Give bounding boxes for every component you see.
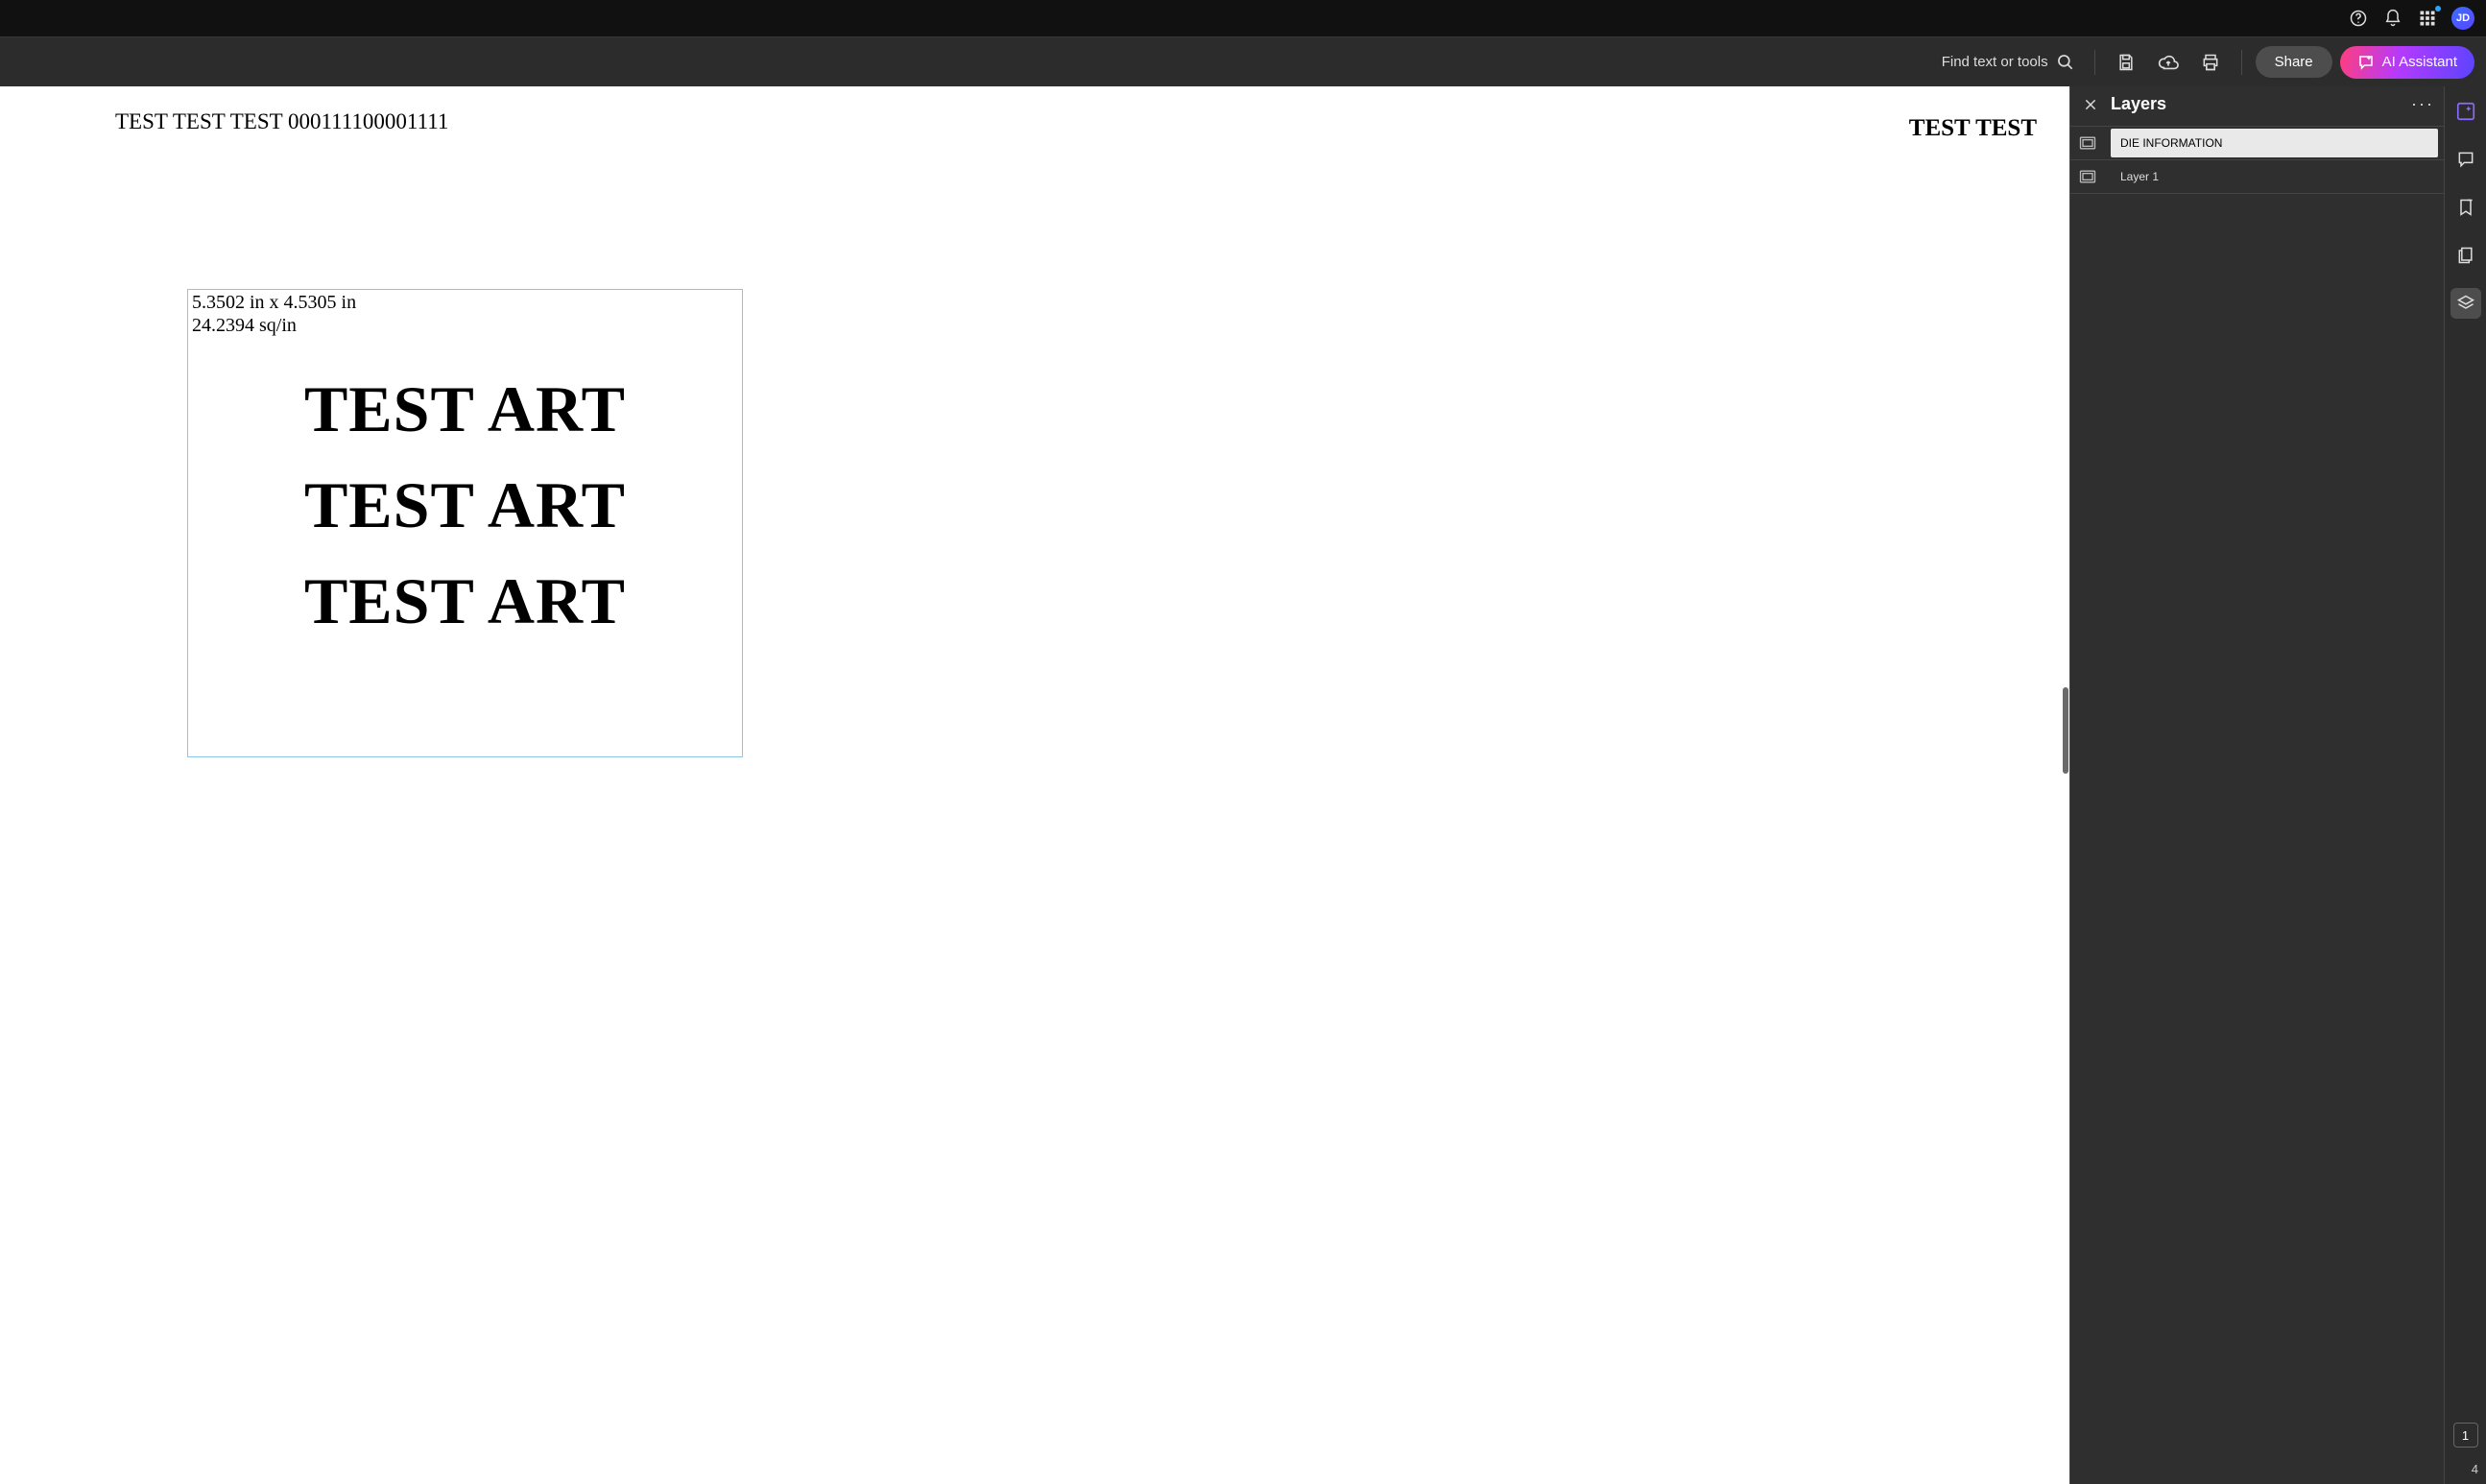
layer-label: Layer 1 (2120, 170, 2159, 183)
comment-panel-icon[interactable] (2450, 144, 2481, 175)
right-tool-strip: 1 4 (2444, 86, 2486, 1484)
notifications-icon[interactable] (2382, 8, 2403, 29)
ai-panel-icon[interactable] (2450, 96, 2481, 127)
print-icon[interactable] (2193, 45, 2228, 80)
ai-assistant-button[interactable]: AI Assistant (2340, 46, 2474, 79)
layers-panel-header: Layers ··· (2070, 86, 2444, 127)
die-dimension-width-height: 5.3502 in x 4.5305 in (192, 292, 356, 314)
layer-visibility-icon[interactable] (2076, 132, 2099, 155)
app-topbar: JD (0, 0, 2486, 36)
vertical-scrollbar-thumb[interactable] (2063, 687, 2068, 774)
document-toolbar: Find text or tools Share AI Assistant (0, 36, 2486, 86)
ai-assistant-label: AI Assistant (2382, 54, 2457, 70)
bookmark-panel-icon[interactable] (2450, 192, 2481, 223)
layer-row[interactable]: DIE INFORMATION (2070, 127, 2444, 160)
layers-panel: Layers ··· DIE INFORMATION Layer 1 (2069, 86, 2444, 1484)
search-icon (2056, 53, 2075, 72)
page-header-left: TEST TEST TEST 000111100001111 (115, 109, 448, 134)
ai-chat-icon (2357, 54, 2375, 71)
pages-panel-icon[interactable] (2450, 240, 2481, 271)
document-viewport[interactable]: TEST TEST TEST 000111100001111 TEST TEST… (0, 86, 2069, 1484)
save-icon[interactable] (2109, 45, 2143, 80)
panel-options-button[interactable]: ··· (2411, 94, 2434, 114)
cloud-upload-icon[interactable] (2151, 45, 2186, 80)
toolbar-separator (2241, 50, 2242, 75)
layer-label-container: DIE INFORMATION (2111, 129, 2438, 157)
help-icon[interactable] (2348, 8, 2369, 29)
art-text-line-2: TEST ART (188, 467, 742, 543)
user-avatar[interactable]: JD (2451, 7, 2474, 30)
layer-label-container: Layer 1 (2111, 162, 2438, 191)
pdf-page: TEST TEST TEST 000111100001111 TEST TEST… (0, 86, 2069, 1484)
layers-panel-title: Layers (2111, 94, 2398, 114)
art-text-line-1: TEST ART (188, 371, 742, 447)
layer-visibility-icon[interactable] (2076, 165, 2099, 188)
main-area: TEST TEST TEST 000111100001111 TEST TEST… (0, 86, 2486, 1484)
page-header-right: TEST TEST (1909, 115, 2037, 142)
share-button[interactable]: Share (2256, 46, 2332, 78)
apps-notification-dot (2435, 6, 2441, 12)
total-page-count: 4 (2472, 1462, 2478, 1476)
layer-row[interactable]: Layer 1 (2070, 160, 2444, 194)
layers-panel-icon[interactable] (2450, 288, 2481, 319)
die-outline-box: 5.3502 in x 4.5305 in 24.2394 sq/in TEST… (187, 289, 743, 757)
toolbar-separator (2094, 50, 2095, 75)
apps-grid-icon[interactable] (2417, 8, 2438, 29)
current-page-indicator[interactable]: 1 (2453, 1423, 2478, 1448)
find-text-button[interactable]: Find text or tools (1936, 49, 2081, 76)
close-panel-button[interactable] (2084, 98, 2097, 111)
find-text-label: Find text or tools (1942, 54, 2048, 70)
die-dimension-area: 24.2394 sq/in (192, 315, 297, 337)
layer-label: DIE INFORMATION (2120, 136, 2222, 150)
art-text-line-3: TEST ART (188, 563, 742, 639)
